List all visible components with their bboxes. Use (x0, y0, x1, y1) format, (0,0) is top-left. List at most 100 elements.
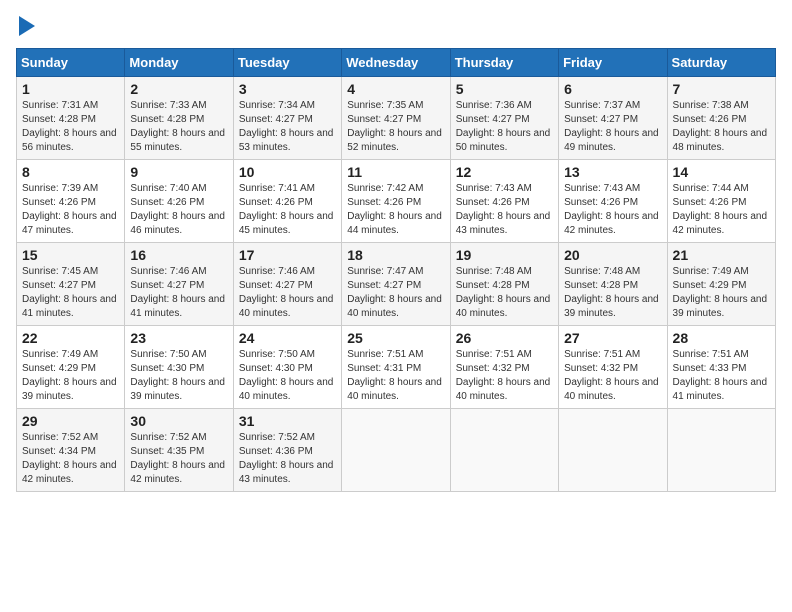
calendar-cell: 7 Sunrise: 7:38 AM Sunset: 4:26 PM Dayli… (667, 77, 775, 160)
calendar-cell: 19 Sunrise: 7:48 AM Sunset: 4:28 PM Dayl… (450, 243, 558, 326)
calendar-cell: 1 Sunrise: 7:31 AM Sunset: 4:28 PM Dayli… (17, 77, 125, 160)
calendar-cell: 18 Sunrise: 7:47 AM Sunset: 4:27 PM Dayl… (342, 243, 450, 326)
day-info: Sunrise: 7:48 AM Sunset: 4:28 PM Dayligh… (456, 265, 553, 321)
day-info: Sunrise: 7:45 AM Sunset: 4:27 PM Dayligh… (22, 265, 119, 321)
calendar-cell: 29 Sunrise: 7:52 AM Sunset: 4:34 PM Dayl… (17, 409, 125, 492)
weekday-header-wednesday: Wednesday (342, 49, 450, 77)
day-info: Sunrise: 7:51 AM Sunset: 4:31 PM Dayligh… (347, 348, 444, 404)
day-info: Sunrise: 7:43 AM Sunset: 4:26 PM Dayligh… (564, 182, 661, 238)
weekday-header-friday: Friday (559, 49, 667, 77)
calendar-cell: 30 Sunrise: 7:52 AM Sunset: 4:35 PM Dayl… (125, 409, 233, 492)
day-number: 22 (22, 330, 119, 346)
logo (16, 16, 35, 36)
day-number: 18 (347, 247, 444, 263)
day-number: 9 (130, 164, 227, 180)
logo-arrow-icon (19, 16, 35, 36)
day-info: Sunrise: 7:38 AM Sunset: 4:26 PM Dayligh… (673, 99, 770, 155)
day-number: 13 (564, 164, 661, 180)
calendar-cell (667, 409, 775, 492)
day-info: Sunrise: 7:51 AM Sunset: 4:32 PM Dayligh… (564, 348, 661, 404)
day-number: 3 (239, 81, 336, 97)
calendar-cell: 26 Sunrise: 7:51 AM Sunset: 4:32 PM Dayl… (450, 326, 558, 409)
weekday-header-saturday: Saturday (667, 49, 775, 77)
day-number: 14 (673, 164, 770, 180)
day-info: Sunrise: 7:43 AM Sunset: 4:26 PM Dayligh… (456, 182, 553, 238)
calendar-cell: 17 Sunrise: 7:46 AM Sunset: 4:27 PM Dayl… (233, 243, 341, 326)
weekday-header-monday: Monday (125, 49, 233, 77)
day-info: Sunrise: 7:34 AM Sunset: 4:27 PM Dayligh… (239, 99, 336, 155)
calendar-cell: 27 Sunrise: 7:51 AM Sunset: 4:32 PM Dayl… (559, 326, 667, 409)
calendar-cell: 31 Sunrise: 7:52 AM Sunset: 4:36 PM Dayl… (233, 409, 341, 492)
day-number: 8 (22, 164, 119, 180)
day-number: 4 (347, 81, 444, 97)
calendar-cell (450, 409, 558, 492)
day-info: Sunrise: 7:50 AM Sunset: 4:30 PM Dayligh… (130, 348, 227, 404)
day-info: Sunrise: 7:49 AM Sunset: 4:29 PM Dayligh… (673, 265, 770, 321)
day-number: 6 (564, 81, 661, 97)
calendar-cell: 10 Sunrise: 7:41 AM Sunset: 4:26 PM Dayl… (233, 160, 341, 243)
day-info: Sunrise: 7:48 AM Sunset: 4:28 PM Dayligh… (564, 265, 661, 321)
day-info: Sunrise: 7:50 AM Sunset: 4:30 PM Dayligh… (239, 348, 336, 404)
day-info: Sunrise: 7:52 AM Sunset: 4:35 PM Dayligh… (130, 431, 227, 487)
day-info: Sunrise: 7:40 AM Sunset: 4:26 PM Dayligh… (130, 182, 227, 238)
calendar-cell: 24 Sunrise: 7:50 AM Sunset: 4:30 PM Dayl… (233, 326, 341, 409)
calendar-cell (342, 409, 450, 492)
day-info: Sunrise: 7:46 AM Sunset: 4:27 PM Dayligh… (130, 265, 227, 321)
day-number: 16 (130, 247, 227, 263)
day-number: 24 (239, 330, 336, 346)
day-info: Sunrise: 7:51 AM Sunset: 4:33 PM Dayligh… (673, 348, 770, 404)
day-number: 15 (22, 247, 119, 263)
day-number: 19 (456, 247, 553, 263)
day-number: 31 (239, 413, 336, 429)
calendar-cell: 28 Sunrise: 7:51 AM Sunset: 4:33 PM Dayl… (667, 326, 775, 409)
day-info: Sunrise: 7:31 AM Sunset: 4:28 PM Dayligh… (22, 99, 119, 155)
day-number: 7 (673, 81, 770, 97)
day-number: 20 (564, 247, 661, 263)
day-number: 26 (456, 330, 553, 346)
day-number: 17 (239, 247, 336, 263)
day-number: 23 (130, 330, 227, 346)
weekday-header-sunday: Sunday (17, 49, 125, 77)
day-number: 29 (22, 413, 119, 429)
day-info: Sunrise: 7:49 AM Sunset: 4:29 PM Dayligh… (22, 348, 119, 404)
day-number: 12 (456, 164, 553, 180)
day-number: 5 (456, 81, 553, 97)
calendar-cell: 5 Sunrise: 7:36 AM Sunset: 4:27 PM Dayli… (450, 77, 558, 160)
day-info: Sunrise: 7:41 AM Sunset: 4:26 PM Dayligh… (239, 182, 336, 238)
day-info: Sunrise: 7:52 AM Sunset: 4:34 PM Dayligh… (22, 431, 119, 487)
day-number: 30 (130, 413, 227, 429)
calendar-cell: 14 Sunrise: 7:44 AM Sunset: 4:26 PM Dayl… (667, 160, 775, 243)
calendar-cell: 16 Sunrise: 7:46 AM Sunset: 4:27 PM Dayl… (125, 243, 233, 326)
calendar-cell (559, 409, 667, 492)
day-number: 1 (22, 81, 119, 97)
calendar-cell: 12 Sunrise: 7:43 AM Sunset: 4:26 PM Dayl… (450, 160, 558, 243)
calendar-cell: 22 Sunrise: 7:49 AM Sunset: 4:29 PM Dayl… (17, 326, 125, 409)
calendar-cell: 21 Sunrise: 7:49 AM Sunset: 4:29 PM Dayl… (667, 243, 775, 326)
day-info: Sunrise: 7:51 AM Sunset: 4:32 PM Dayligh… (456, 348, 553, 404)
calendar-cell: 25 Sunrise: 7:51 AM Sunset: 4:31 PM Dayl… (342, 326, 450, 409)
calendar-cell: 11 Sunrise: 7:42 AM Sunset: 4:26 PM Dayl… (342, 160, 450, 243)
calendar-cell: 6 Sunrise: 7:37 AM Sunset: 4:27 PM Dayli… (559, 77, 667, 160)
day-info: Sunrise: 7:47 AM Sunset: 4:27 PM Dayligh… (347, 265, 444, 321)
day-number: 28 (673, 330, 770, 346)
day-info: Sunrise: 7:35 AM Sunset: 4:27 PM Dayligh… (347, 99, 444, 155)
day-number: 21 (673, 247, 770, 263)
day-info: Sunrise: 7:39 AM Sunset: 4:26 PM Dayligh… (22, 182, 119, 238)
calendar-cell: 13 Sunrise: 7:43 AM Sunset: 4:26 PM Dayl… (559, 160, 667, 243)
calendar-cell: 3 Sunrise: 7:34 AM Sunset: 4:27 PM Dayli… (233, 77, 341, 160)
page-header (16, 16, 776, 36)
weekday-header-tuesday: Tuesday (233, 49, 341, 77)
day-number: 25 (347, 330, 444, 346)
day-info: Sunrise: 7:36 AM Sunset: 4:27 PM Dayligh… (456, 99, 553, 155)
day-info: Sunrise: 7:37 AM Sunset: 4:27 PM Dayligh… (564, 99, 661, 155)
weekday-header-thursday: Thursday (450, 49, 558, 77)
day-info: Sunrise: 7:46 AM Sunset: 4:27 PM Dayligh… (239, 265, 336, 321)
calendar-cell: 20 Sunrise: 7:48 AM Sunset: 4:28 PM Dayl… (559, 243, 667, 326)
day-number: 10 (239, 164, 336, 180)
day-info: Sunrise: 7:44 AM Sunset: 4:26 PM Dayligh… (673, 182, 770, 238)
day-number: 11 (347, 164, 444, 180)
calendar-cell: 8 Sunrise: 7:39 AM Sunset: 4:26 PM Dayli… (17, 160, 125, 243)
day-info: Sunrise: 7:33 AM Sunset: 4:28 PM Dayligh… (130, 99, 227, 155)
day-number: 2 (130, 81, 227, 97)
calendar-cell: 9 Sunrise: 7:40 AM Sunset: 4:26 PM Dayli… (125, 160, 233, 243)
